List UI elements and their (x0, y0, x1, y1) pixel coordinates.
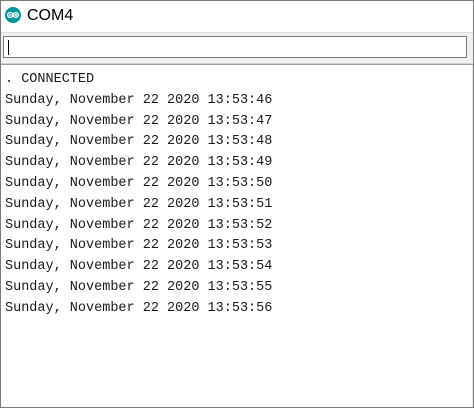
send-bar (1, 32, 473, 64)
serial-monitor-window: COM4 . CONNECTED Sunday, November 22 2020… (0, 0, 474, 408)
title-bar[interactable]: COM4 (1, 1, 473, 31)
serial-output-line: Sunday, November 22 2020 13:53:46 (5, 92, 273, 108)
serial-output-lines: . CONNECTED Sunday, November 22 2020 13:5… (5, 70, 272, 320)
serial-output-line: Sunday, November 22 2020 13:53:48 (5, 134, 273, 150)
serial-output-line: Sunday, November 22 2020 13:53:56 (5, 300, 273, 316)
serial-output-area[interactable]: . CONNECTED Sunday, November 22 2020 13:5… (1, 64, 473, 407)
serial-output-line: Sunday, November 22 2020 13:53:54 (5, 259, 273, 275)
serial-output-line: Sunday, November 22 2020 13:53:51 (5, 196, 273, 212)
serial-output-line: Sunday, November 22 2020 13:53:50 (5, 175, 273, 191)
serial-output-line: Sunday, November 22 2020 13:53:53 (5, 238, 273, 254)
text-caret (8, 40, 9, 55)
connection-status-line: . CONNECTED (5, 72, 95, 87)
serial-output-line: Sunday, November 22 2020 13:53:47 (5, 113, 273, 129)
serial-output-line: Sunday, November 22 2020 13:53:52 (5, 217, 273, 233)
serial-output-line: Sunday, November 22 2020 13:53:49 (5, 155, 273, 171)
window-title: COM4 (27, 7, 74, 24)
arduino-logo-icon (5, 7, 21, 23)
send-input[interactable] (3, 36, 467, 58)
output-right-edge (472, 65, 473, 407)
serial-output-line: Sunday, November 22 2020 13:53:55 (5, 279, 273, 295)
